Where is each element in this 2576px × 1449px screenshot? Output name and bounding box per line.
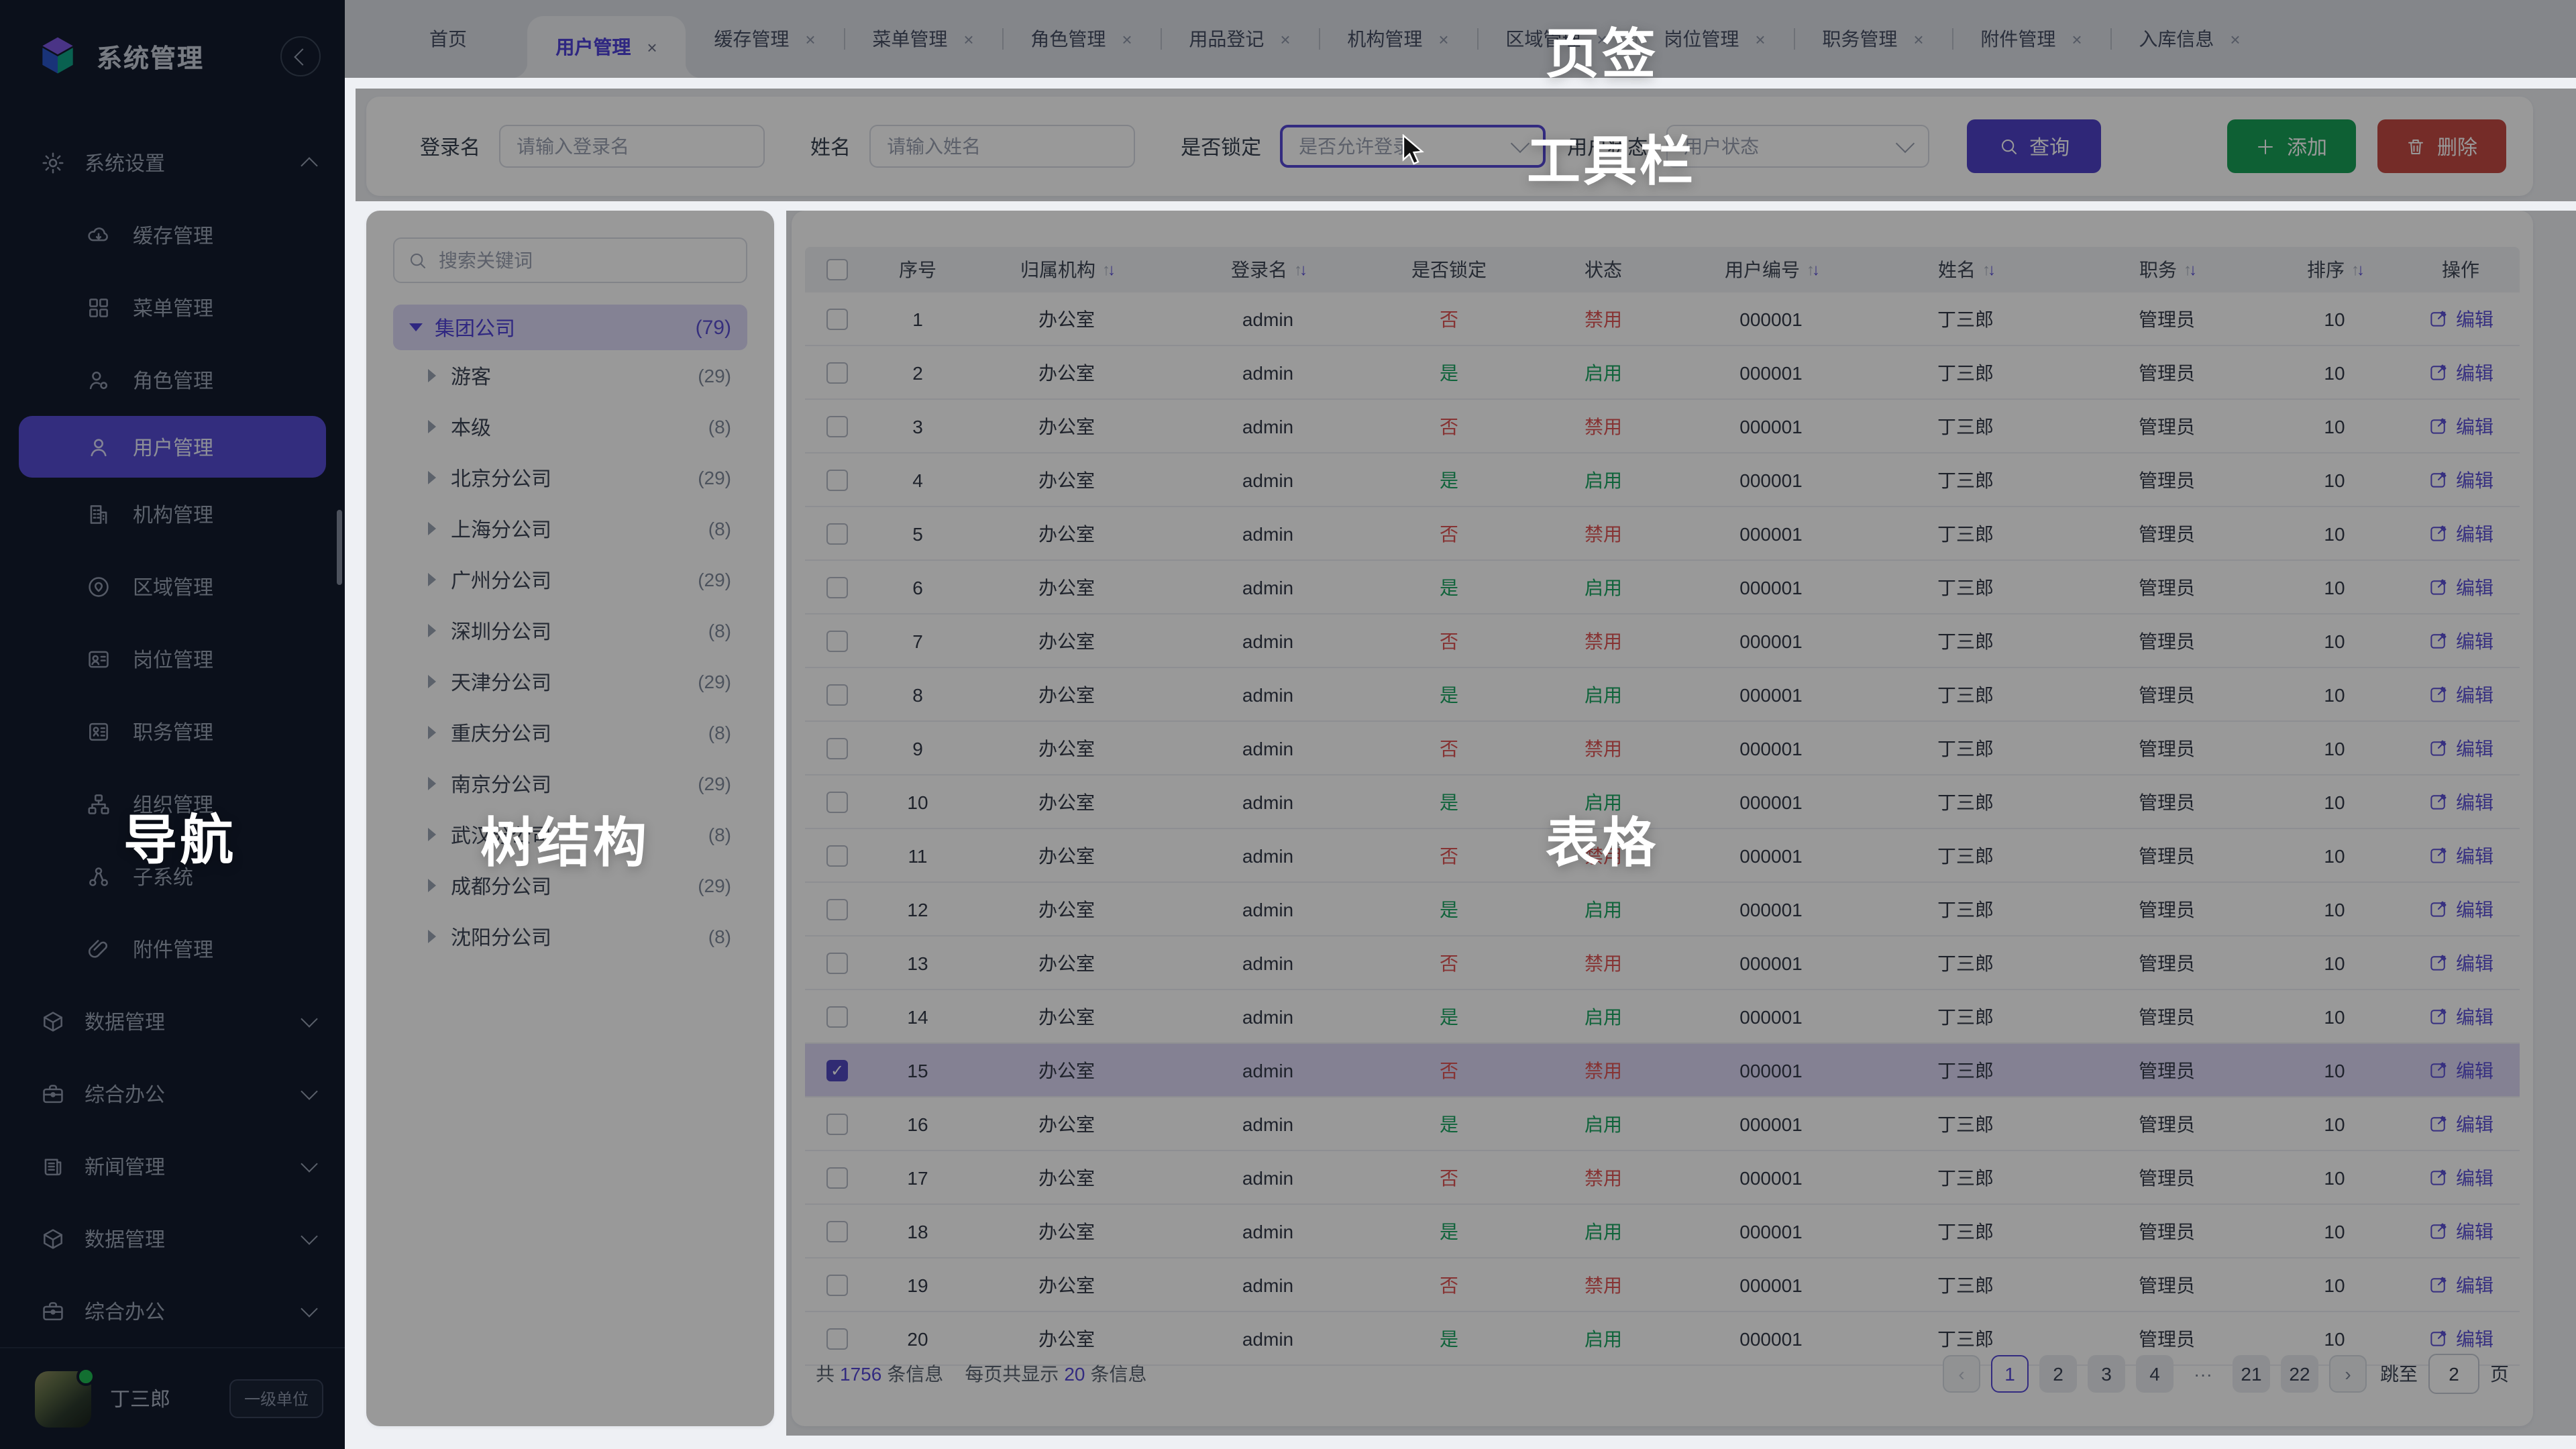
dim-overlay-toolbar: [356, 89, 2576, 201]
annotation-label-table: 表格: [1546, 800, 1658, 877]
dim-overlay-table: [786, 211, 2576, 1436]
annotation-label-tree: 树结构: [480, 800, 649, 877]
dim-overlay-tabs: [345, 0, 2576, 78]
mouse-cursor: [1401, 134, 1430, 166]
app-window: 系统管理 系统设置缓存管理菜单管理角色管理用户管理机构管理区域管理岗位管理职务管…: [0, 0, 2576, 1449]
dim-overlay-sidebar: [0, 0, 345, 1449]
annotation-label-tabs: 页签: [1546, 11, 1658, 89]
annotation-label-nav: 导航: [123, 797, 236, 875]
annotation-label-toolbar: 工具栏: [1527, 118, 1696, 196]
